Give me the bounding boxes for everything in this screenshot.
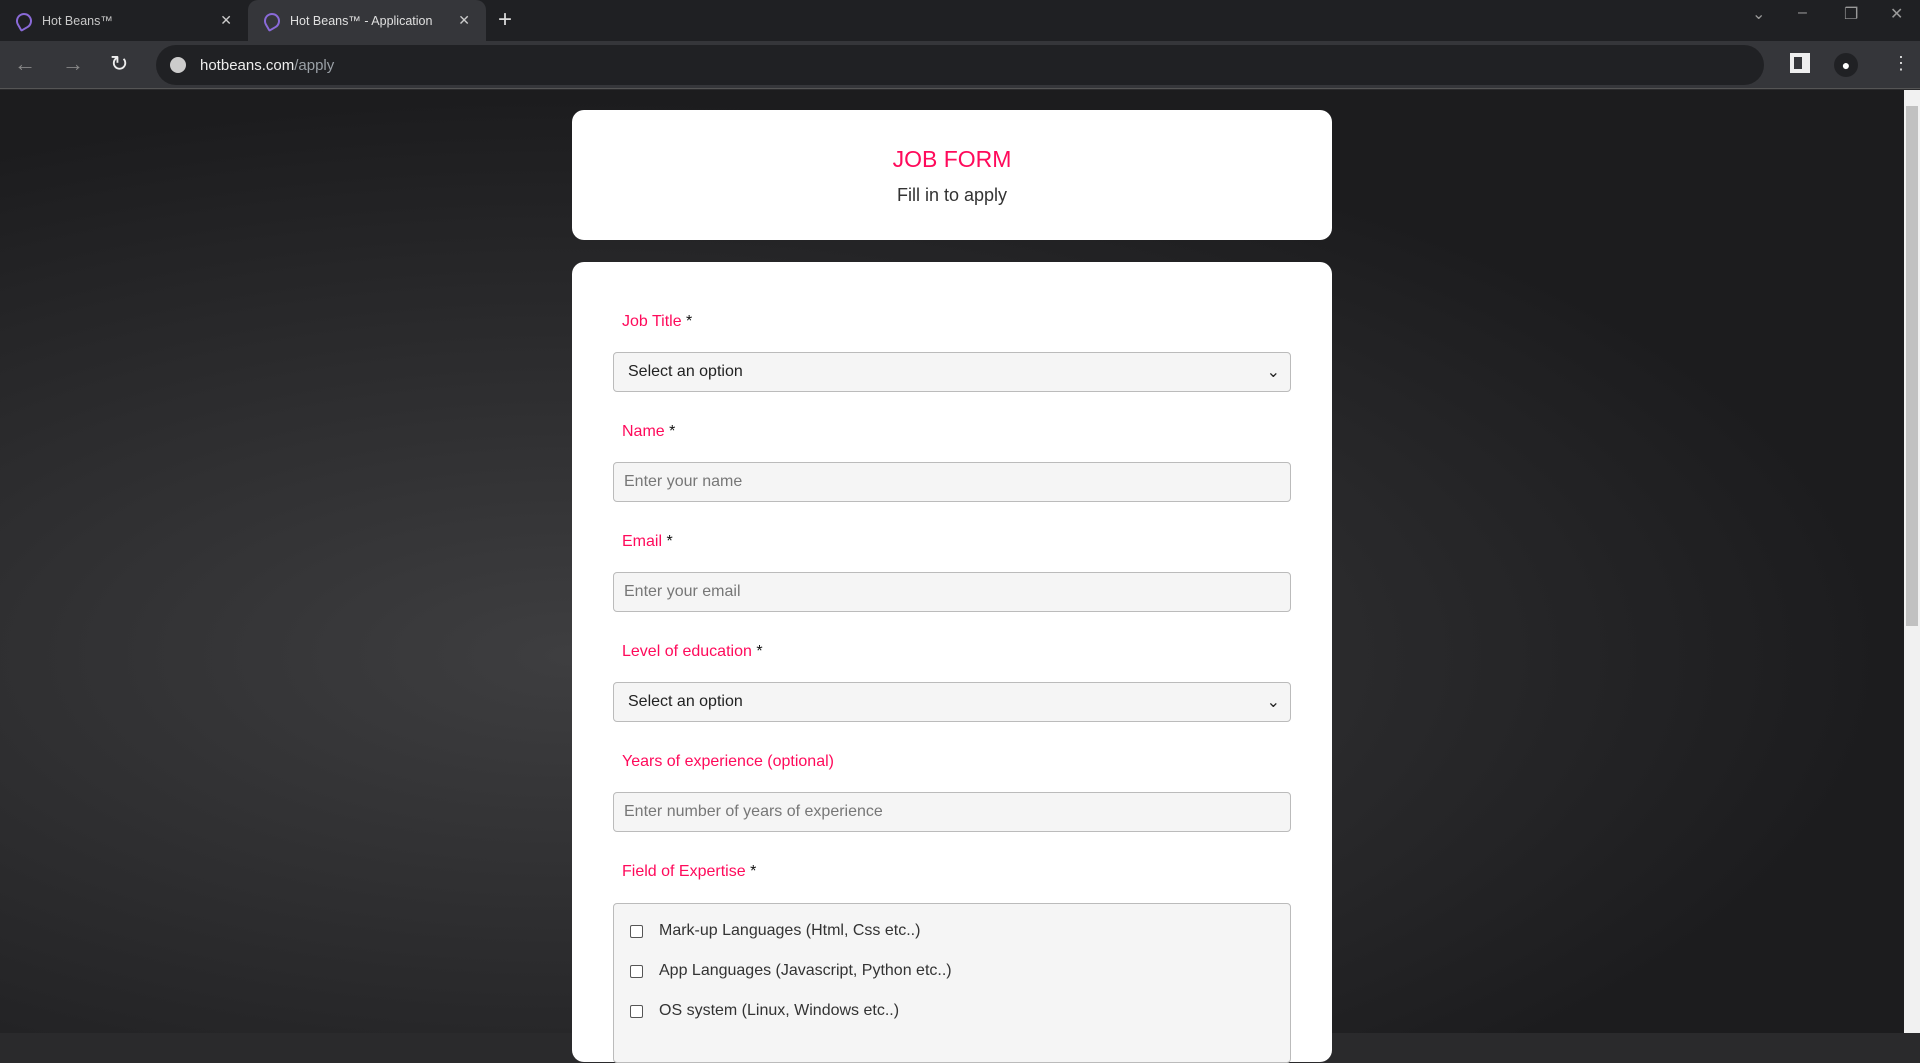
address-bar[interactable]: hotbeans.com/apply	[156, 45, 1764, 85]
close-window-button[interactable]: ✕	[1890, 4, 1903, 24]
close-tab-icon[interactable]: ✕	[220, 12, 232, 29]
forward-button[interactable]: →	[62, 51, 84, 77]
reload-button[interactable]: ↻	[110, 51, 128, 77]
checkbox[interactable]	[630, 964, 643, 978]
checkbox-os-system[interactable]: OS system (Linux, Windows etc..)	[630, 1002, 899, 1020]
restore-button[interactable]: ❐	[1844, 4, 1858, 24]
favicon-icon	[261, 9, 283, 32]
tab-search-icon[interactable]: ⌄	[1752, 4, 1765, 24]
experience-label: Years of experience (optional)	[622, 753, 834, 770]
job-form: Job Title * Select an option⌄ Name * Ema…	[572, 262, 1332, 1063]
expertise-label: Field of Expertise *	[622, 863, 757, 880]
tab-bar: Hot Beans™ ✕ Hot Beans™ - Application ✕ + …	[0, 0, 1920, 41]
email-input[interactable]	[624, 583, 1280, 601]
checkbox-markup[interactable]: Mark-up Languages (Html, Css etc..)	[630, 922, 920, 940]
tab-application[interactable]: Hot Beans™ - Application ✕	[248, 0, 486, 41]
experience-field[interactable]	[613, 792, 1291, 832]
profile-icon[interactable]: ●	[1834, 53, 1858, 77]
globe-icon	[170, 57, 186, 73]
page-title: JOB FORM	[892, 146, 1012, 172]
experience-input[interactable]	[624, 803, 1280, 821]
menu-icon[interactable]: ⋮	[1892, 53, 1910, 74]
name-input[interactable]	[624, 473, 1280, 491]
name-label: Name *	[622, 423, 676, 440]
back-button[interactable]: ←	[14, 51, 36, 77]
browser-toolbar: ← → ↻ hotbeans.com/apply ● ⋮	[0, 41, 1920, 89]
chevron-down-icon: ⌄	[1266, 694, 1280, 711]
scrollbar[interactable]	[1904, 90, 1920, 1033]
checkbox-app-languages[interactable]: App Languages (Javascript, Python etc..)	[630, 962, 952, 980]
minimize-button[interactable]: –	[1798, 4, 1807, 22]
header-card: JOB FORM Fill in to apply	[572, 110, 1332, 240]
email-field[interactable]	[613, 572, 1291, 612]
job-title-select[interactable]: Select an option ⌄	[613, 352, 1291, 392]
page-subtitle: Fill in to apply	[896, 185, 1008, 205]
favicon-icon	[13, 9, 35, 32]
checkbox[interactable]	[630, 924, 643, 938]
side-panel-icon[interactable]	[1790, 53, 1810, 73]
email-label: Email *	[622, 533, 673, 550]
scrollbar-thumb[interactable]	[1906, 106, 1918, 626]
tab-hot-beans[interactable]: Hot Beans™ ✕	[0, 0, 248, 41]
name-field[interactable]	[613, 462, 1291, 502]
checkbox[interactable]	[630, 1004, 643, 1018]
close-tab-icon[interactable]: ✕	[458, 12, 470, 29]
job-title-label: Job Title *	[622, 313, 693, 330]
education-select[interactable]: Select an option ⌄	[613, 682, 1291, 722]
education-label: Level of education *	[622, 643, 763, 660]
new-tab-button[interactable]: +	[498, 6, 512, 34]
expertise-checkbox-group: Mark-up Languages (Html, Css etc..) App …	[613, 903, 1291, 1063]
chevron-down-icon: ⌄	[1266, 364, 1280, 381]
